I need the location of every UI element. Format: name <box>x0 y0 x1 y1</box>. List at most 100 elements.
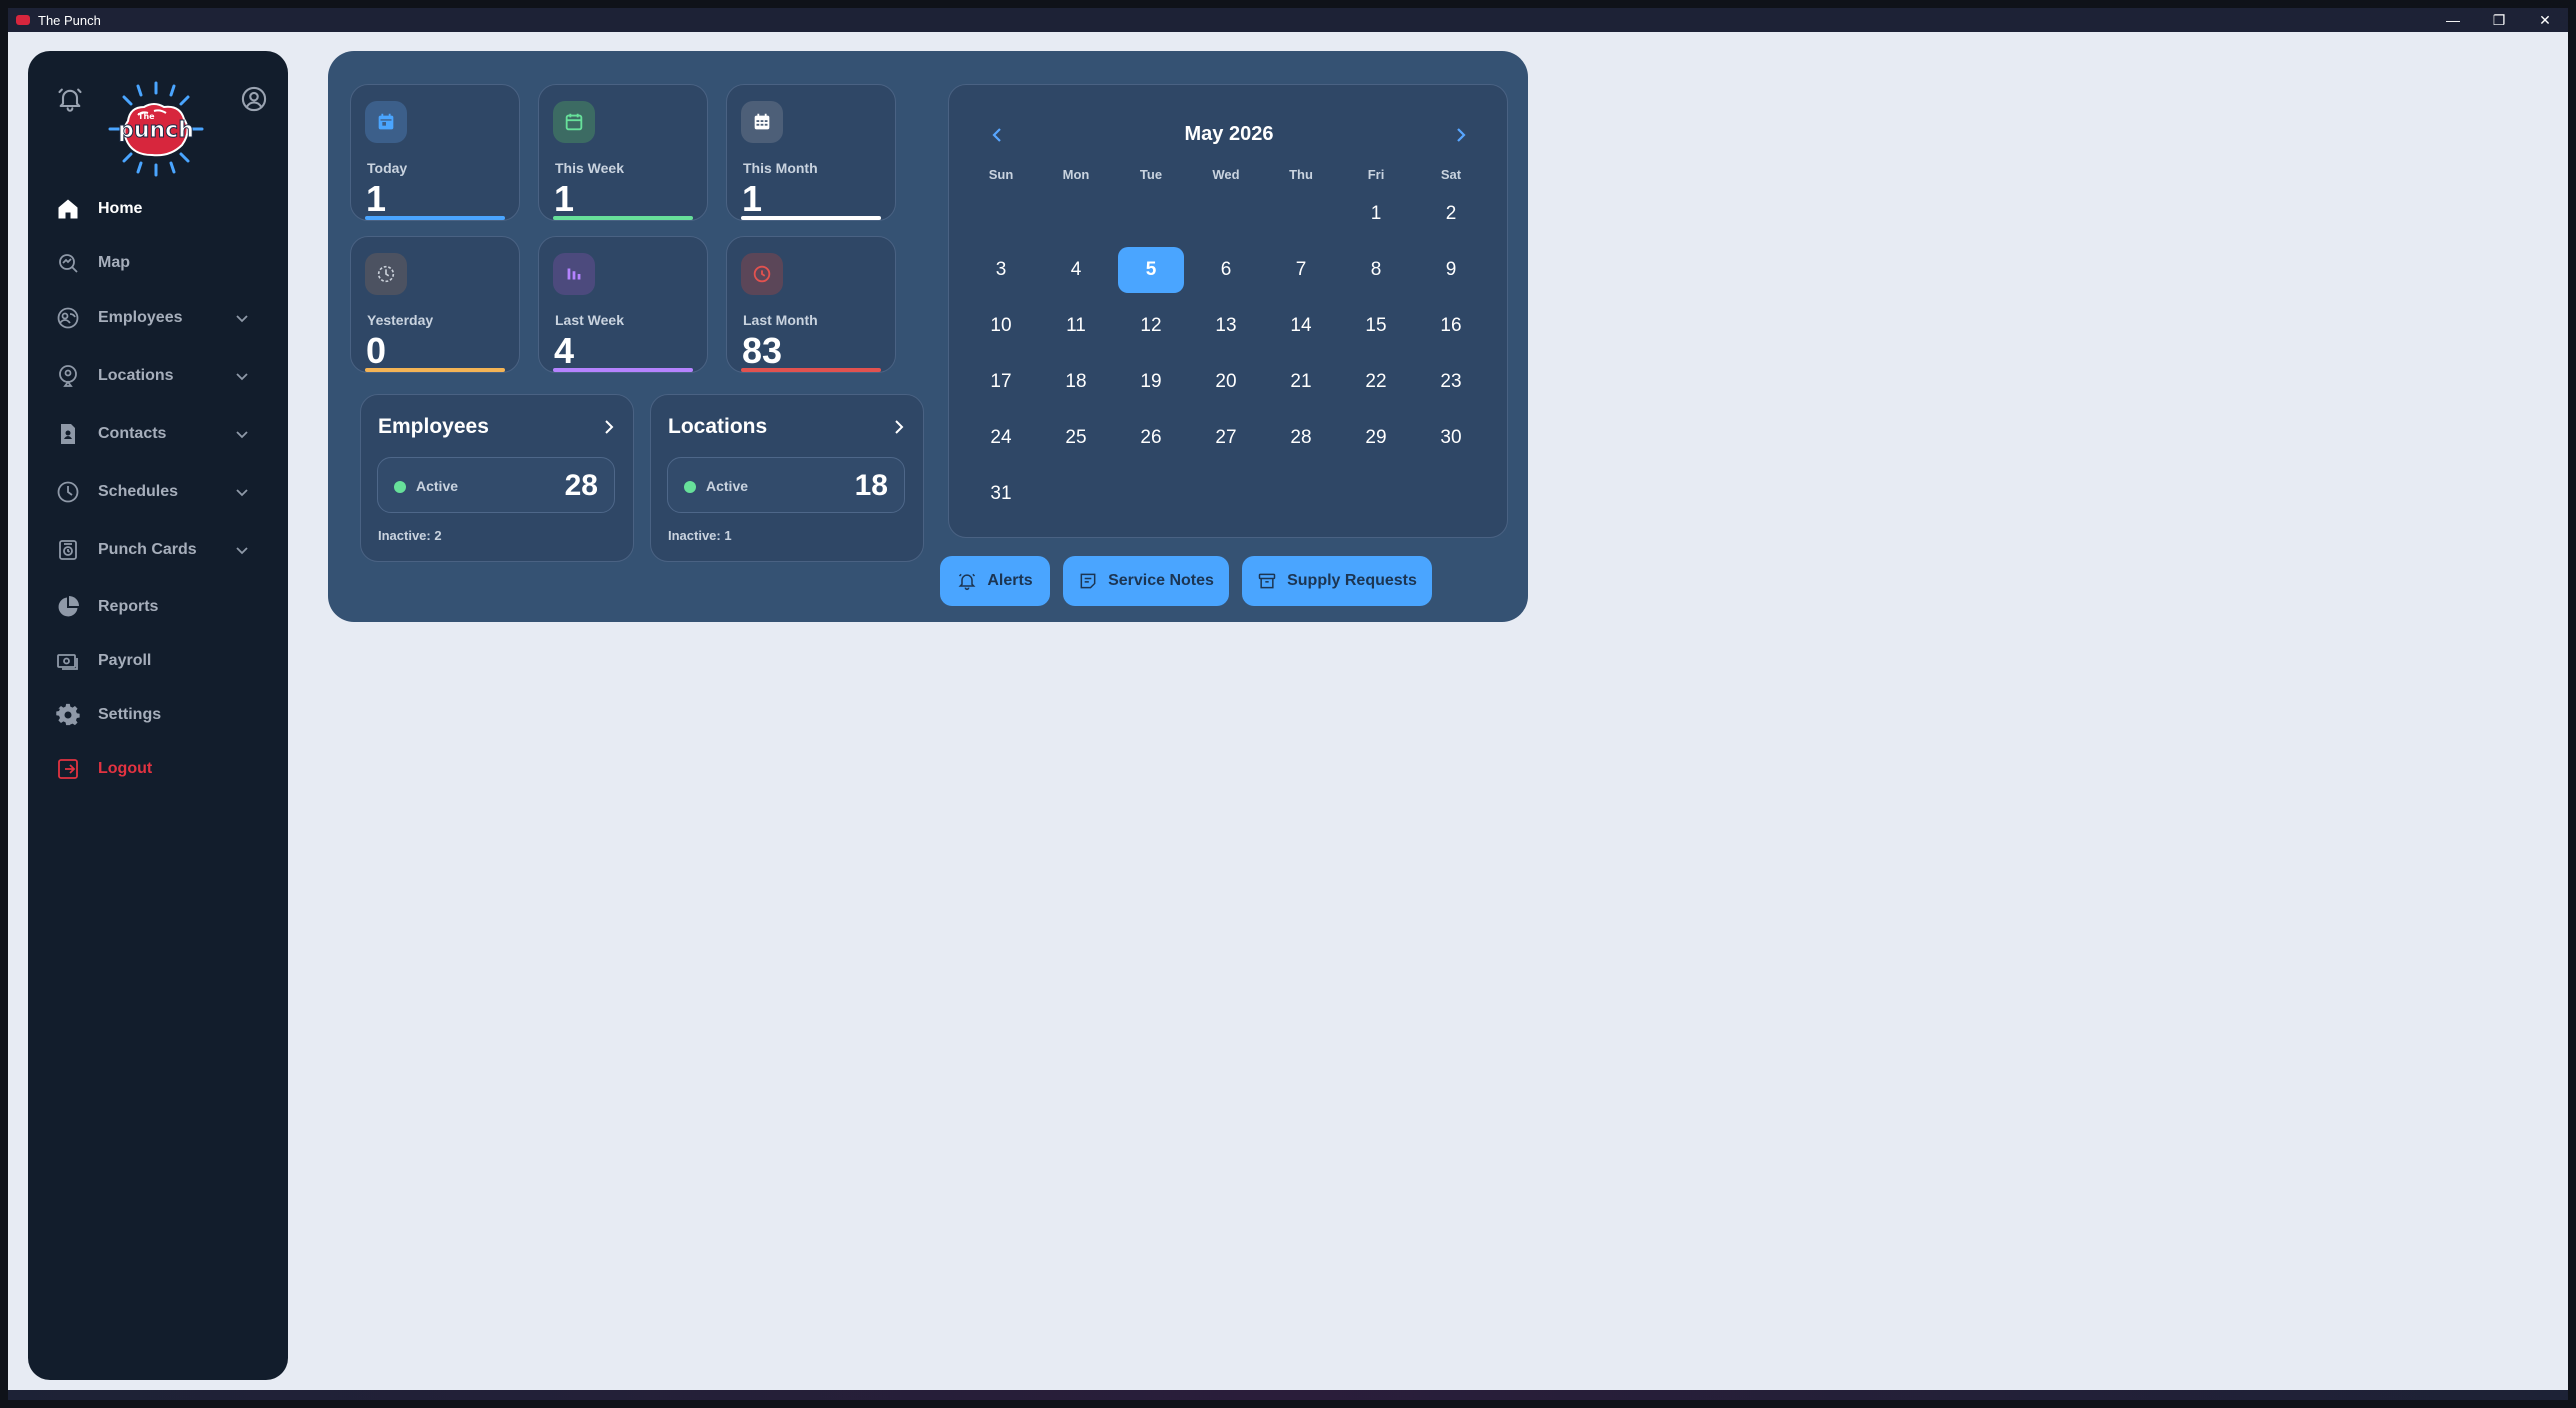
calendar-day[interactable]: 12 <box>1118 303 1184 349</box>
stat-value: 1 <box>554 178 575 219</box>
sidebar-item-label: Employees <box>98 309 183 326</box>
calendar-day[interactable]: 24 <box>968 415 1034 461</box>
sidebar-item-locations[interactable]: Locations <box>56 358 266 394</box>
calendar-day[interactable]: 4 <box>1043 247 1109 293</box>
calendar-day[interactable]: 7 <box>1268 247 1334 293</box>
bell-icon <box>957 571 977 591</box>
calendar-month-title: May 2026 <box>1184 123 1274 145</box>
weekday-header: Tue <box>1139 167 1163 182</box>
dashboard-panel: Today 1 This Week 1 This Month 1 Yesterd… <box>328 51 1528 622</box>
calendar-day[interactable]: 22 <box>1343 359 1409 405</box>
chevron-down-icon[interactable] <box>234 310 250 326</box>
button-label: Alerts <box>987 572 1033 589</box>
sidebar-item-payroll[interactable]: Payroll <box>56 643 266 679</box>
archive-box-icon <box>1257 571 1277 591</box>
app-icon <box>16 15 30 25</box>
stat-label: This Month <box>743 160 818 176</box>
employees-summary-card: Employees Active 28 Inactive: 2 <box>360 394 634 562</box>
calendar-day[interactable]: 2 <box>1418 191 1484 237</box>
stat-label: Last Month <box>743 312 818 328</box>
logo-text: punch <box>118 118 194 143</box>
chevron-down-icon[interactable] <box>234 368 250 384</box>
close-button[interactable]: ✕ <box>2522 8 2568 32</box>
calendar-day[interactable]: 28 <box>1268 415 1334 461</box>
supply-requests-button[interactable]: Supply Requests <box>1242 556 1432 606</box>
stat-card-this-week[interactable]: This Week 1 <box>538 84 708 221</box>
stat-value: 0 <box>366 330 387 371</box>
sidebar-item-employees[interactable]: Employees <box>56 300 266 336</box>
weekday-header: Sun <box>988 167 1014 182</box>
button-label: Service Notes <box>1108 572 1214 589</box>
sidebar-item-label: Schedules <box>98 483 179 500</box>
sidebar-item-logout[interactable]: Logout <box>56 751 266 787</box>
stat-card-last-week[interactable]: Last Week 4 <box>538 236 708 373</box>
calendar-day[interactable]: 18 <box>1043 359 1109 405</box>
sidebar-item-label: Punch Cards <box>98 541 197 558</box>
stat-card-last-month[interactable]: Last Month 83 <box>726 236 896 373</box>
locations-summary-card: Locations Active 18 Inactive: 1 <box>650 394 924 562</box>
calendar-day[interactable]: 10 <box>968 303 1034 349</box>
calendar-day[interactable]: 9 <box>1418 247 1484 293</box>
calendar-day[interactable]: 3 <box>968 247 1034 293</box>
calendar-day[interactable]: 8 <box>1343 247 1409 293</box>
sidebar-item-schedules[interactable]: Schedules <box>56 474 266 510</box>
sidebar-item-label: Settings <box>98 706 162 723</box>
stat-card-today[interactable]: Today 1 <box>350 84 520 221</box>
calendar-day[interactable]: 31 <box>968 471 1034 517</box>
sidebar-item-map[interactable]: Map <box>56 245 266 281</box>
calendar-day[interactable]: 14 <box>1268 303 1334 349</box>
punch-card-icon <box>56 538 80 562</box>
weekday-header: Sat <box>1440 167 1462 182</box>
stat-card-yesterday[interactable]: Yesterday 0 <box>350 236 520 373</box>
service-notes-button[interactable]: Service Notes <box>1063 556 1229 606</box>
chevron-down-icon[interactable] <box>234 426 250 442</box>
chevron-down-icon[interactable] <box>234 484 250 500</box>
calendar-day[interactable]: 6 <box>1193 247 1259 293</box>
chevron-right-icon[interactable] <box>599 417 619 437</box>
calendar-day[interactable]: 15 <box>1343 303 1409 349</box>
calendar-day[interactable]: 25 <box>1043 415 1109 461</box>
button-label: Supply Requests <box>1287 572 1417 589</box>
app-window: The Punch — ❐ ✕ The punch Home Map Emplo… <box>8 8 2568 1400</box>
calendar-day[interactable]: 26 <box>1118 415 1184 461</box>
sidebar-item-reports[interactable]: Reports <box>56 589 266 625</box>
calendar-day[interactable]: 17 <box>968 359 1034 405</box>
user-profile-icon[interactable] <box>240 85 268 113</box>
calendar-day[interactable]: 29 <box>1343 415 1409 461</box>
sidebar-item-punch-cards[interactable]: Punch Cards <box>56 532 266 568</box>
inactive-count: Inactive: 2 <box>378 528 442 543</box>
calendar-day[interactable]: 21 <box>1268 359 1334 405</box>
calendar-day-selected[interactable]: 5 <box>1118 247 1184 293</box>
minimize-button[interactable]: — <box>2430 8 2476 32</box>
calendar-day[interactable]: 13 <box>1193 303 1259 349</box>
card-title: Locations <box>668 415 768 438</box>
chevron-right-icon[interactable] <box>1449 123 1473 147</box>
sidebar-item-settings[interactable]: Settings <box>56 697 266 733</box>
calendar-day-icon <box>365 101 407 143</box>
calendar-day[interactable]: 20 <box>1193 359 1259 405</box>
calendar-day[interactable]: 16 <box>1418 303 1484 349</box>
stat-label: Yesterday <box>367 312 434 328</box>
calendar-day[interactable]: 30 <box>1418 415 1484 461</box>
stat-value: 1 <box>742 178 763 219</box>
sidebar-item-contacts[interactable]: Contacts <box>56 416 266 452</box>
pie-chart-icon <box>56 595 80 619</box>
weekday-header: Mon <box>1062 167 1090 182</box>
calendar-day[interactable]: 11 <box>1043 303 1109 349</box>
alerts-button[interactable]: Alerts <box>940 556 1050 606</box>
notification-bell-icon[interactable] <box>56 85 84 113</box>
calendar-day[interactable]: 27 <box>1193 415 1259 461</box>
window-controls: — ❐ ✕ <box>2430 8 2568 32</box>
active-label: Active <box>416 478 459 494</box>
stat-value: 83 <box>742 330 783 371</box>
calendar-day[interactable]: 19 <box>1118 359 1184 405</box>
sidebar-item-home[interactable]: Home <box>56 191 266 227</box>
sidebar-item-label: Home <box>98 200 143 217</box>
chevron-right-icon[interactable] <box>889 417 909 437</box>
restore-button[interactable]: ❐ <box>2476 8 2522 32</box>
sidebar-item-label: Contacts <box>98 425 167 442</box>
stat-card-this-month[interactable]: This Month 1 <box>726 84 896 221</box>
calendar-day[interactable]: 23 <box>1418 359 1484 405</box>
calendar-day[interactable]: 1 <box>1343 191 1409 237</box>
chevron-down-icon[interactable] <box>234 542 250 558</box>
